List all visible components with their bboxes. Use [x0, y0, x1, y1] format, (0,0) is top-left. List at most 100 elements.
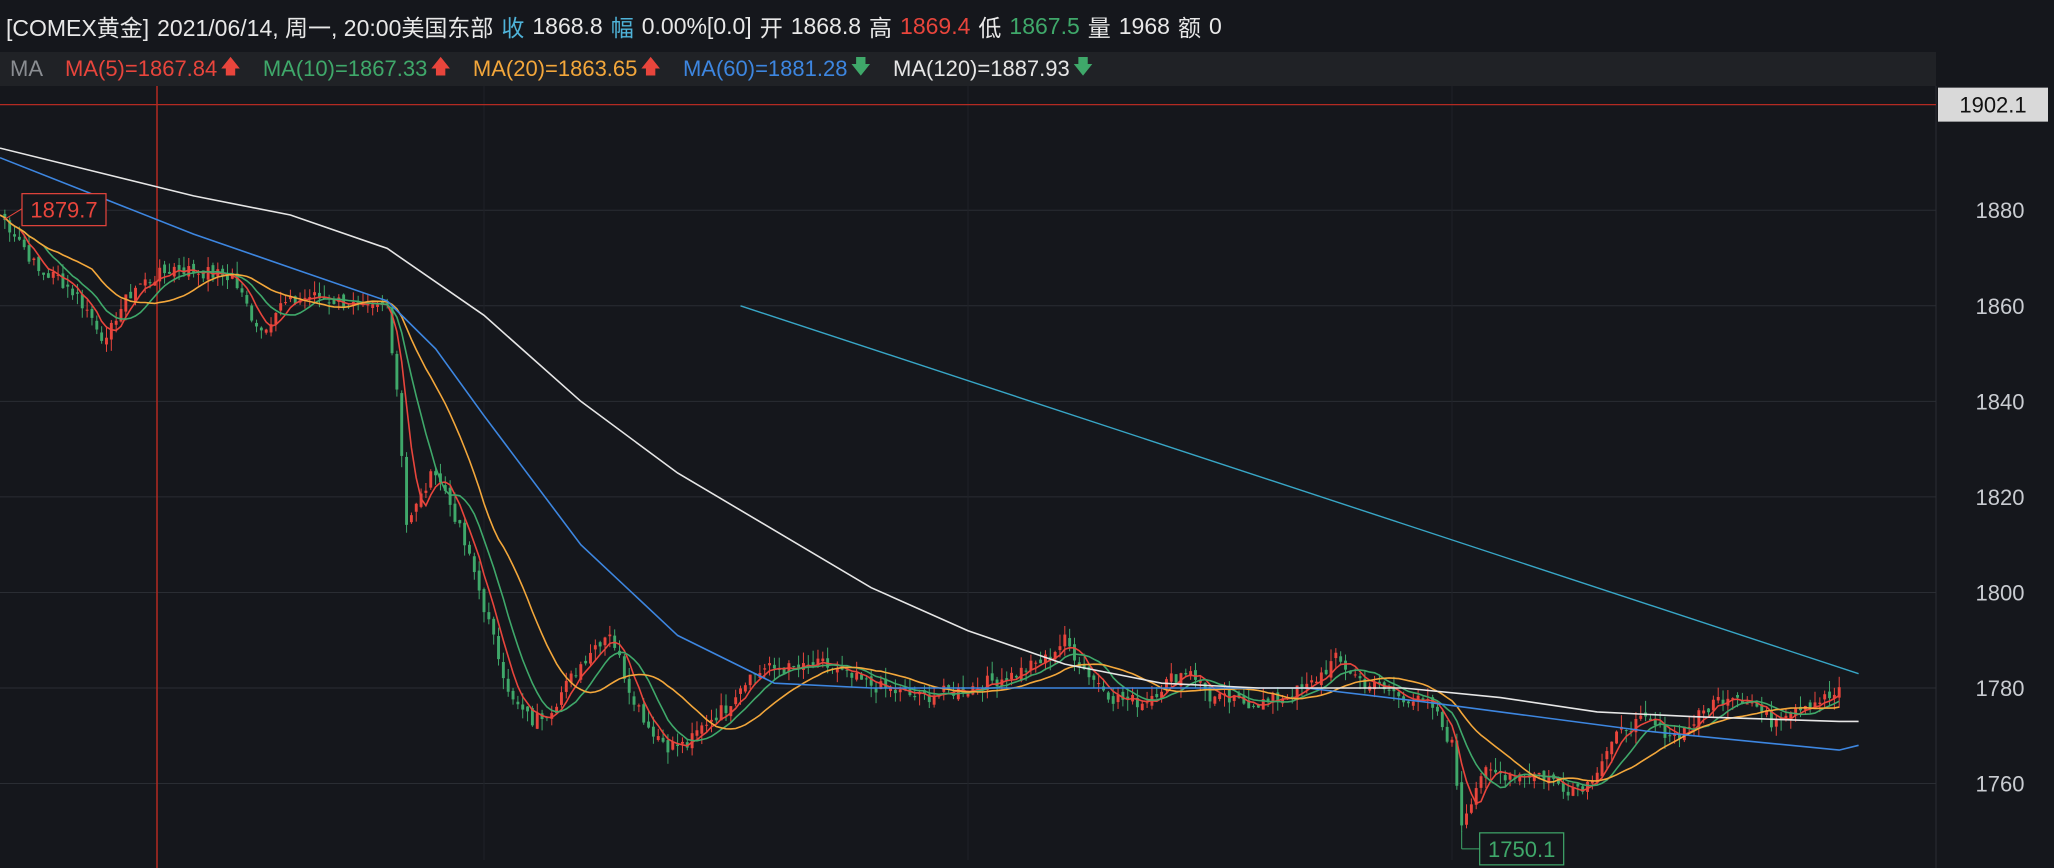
candle-body: [864, 678, 868, 680]
candle-body: [1818, 702, 1822, 705]
candle-body: [1436, 706, 1439, 712]
candle-body: [245, 295, 249, 304]
candle-body: [453, 503, 457, 522]
candle-body: [85, 309, 89, 311]
candle-body: [627, 678, 631, 693]
candle-body: [768, 663, 772, 666]
candle-body: [748, 674, 752, 686]
candle-body: [240, 288, 244, 293]
candle-body: [371, 304, 375, 308]
candle-body: [1469, 804, 1473, 813]
candle-body: [511, 690, 515, 700]
candle-body: [313, 292, 317, 296]
candle-body: [772, 664, 776, 669]
candle-body: [763, 668, 767, 670]
candle-body: [13, 234, 16, 237]
candle-body: [656, 736, 660, 740]
candle-body: [593, 645, 597, 650]
candle-body: [303, 297, 307, 299]
y-tick-label: 1800: [1976, 580, 2025, 605]
candle-body: [913, 695, 917, 698]
candle-body: [632, 696, 636, 705]
candle-body: [1014, 675, 1018, 678]
candle-body: [1615, 731, 1619, 744]
candle-body: [526, 706, 530, 712]
candle-body: [1663, 725, 1667, 738]
candle-body: [259, 327, 263, 331]
candle-body: [167, 271, 171, 274]
candle-body: [1508, 774, 1512, 780]
candle-body: [1605, 751, 1609, 760]
candle-body: [1406, 701, 1410, 704]
candle-body: [651, 726, 655, 737]
candle-body: [995, 679, 999, 687]
candle-body: [714, 717, 718, 721]
candle-body: [1576, 783, 1580, 787]
candle-body: [1019, 667, 1023, 681]
candle-body: [477, 570, 481, 591]
candle-body: [637, 705, 641, 707]
candle-body: [661, 737, 665, 742]
candle-body: [792, 666, 796, 668]
candle-body: [468, 544, 471, 554]
candle-body: [75, 292, 79, 294]
candle-body: [1039, 659, 1043, 664]
candle-body: [1566, 791, 1570, 796]
y-tick-label: 1840: [1976, 389, 2025, 414]
candle-body: [1174, 674, 1178, 683]
candlestick-chart[interactable]: 1880 1860 1840 1820 1800 1780 1760 1902.1 1879.7…: [0, 0, 2054, 868]
candle-body: [695, 730, 699, 736]
candle-body: [516, 701, 520, 705]
candle-body: [80, 294, 84, 309]
candle-body: [1460, 782, 1464, 826]
candle-body: [1169, 673, 1173, 682]
candle-body: [66, 284, 70, 287]
candle-body: [860, 674, 863, 680]
candle-body: [255, 322, 258, 327]
candle-body: [1445, 726, 1449, 742]
candle-body: [405, 456, 409, 525]
candle-body: [192, 263, 196, 273]
candle-body: [95, 320, 99, 330]
candle-body: [850, 672, 854, 678]
candle-body: [932, 696, 936, 705]
y-tick-label: 1820: [1976, 485, 2025, 510]
candle-body: [647, 721, 651, 728]
candle-body: [1397, 692, 1401, 697]
y-tick-label: 1780: [1976, 676, 2025, 701]
candle-body: [559, 692, 563, 705]
candle-body: [27, 245, 31, 262]
candle-body: [589, 652, 592, 664]
candle-body: [463, 522, 467, 546]
candle-body: [990, 673, 994, 681]
candle-body: [148, 282, 152, 284]
candle-body: [1194, 670, 1197, 680]
candle-body: [598, 642, 602, 647]
candle-body: [1155, 694, 1159, 698]
candle-body: [666, 740, 670, 753]
candle-body: [163, 264, 167, 274]
candle-body: [676, 744, 680, 747]
candle-body: [855, 673, 859, 680]
candle-body: [1111, 696, 1115, 704]
candle-body: [395, 353, 399, 390]
candle-body: [1465, 813, 1468, 825]
candle-body: [196, 273, 200, 275]
candle-body: [1140, 703, 1144, 710]
candle-body: [1716, 696, 1720, 701]
candle-body: [1823, 694, 1827, 700]
candle-body: [603, 637, 607, 646]
candle-body: [1440, 712, 1444, 728]
candle-body: [584, 660, 588, 664]
candle-body: [1092, 675, 1096, 680]
candle-body: [250, 305, 254, 321]
price-tag-label: 1902.1: [1959, 93, 2026, 118]
candle-body: [414, 503, 418, 512]
candle-body: [893, 689, 897, 694]
candle-body: [506, 678, 510, 692]
candle-body: [42, 272, 46, 275]
candle-body: [482, 589, 486, 613]
candle-body: [874, 688, 878, 693]
candle-body: [143, 279, 147, 286]
candle-body: [429, 471, 433, 488]
